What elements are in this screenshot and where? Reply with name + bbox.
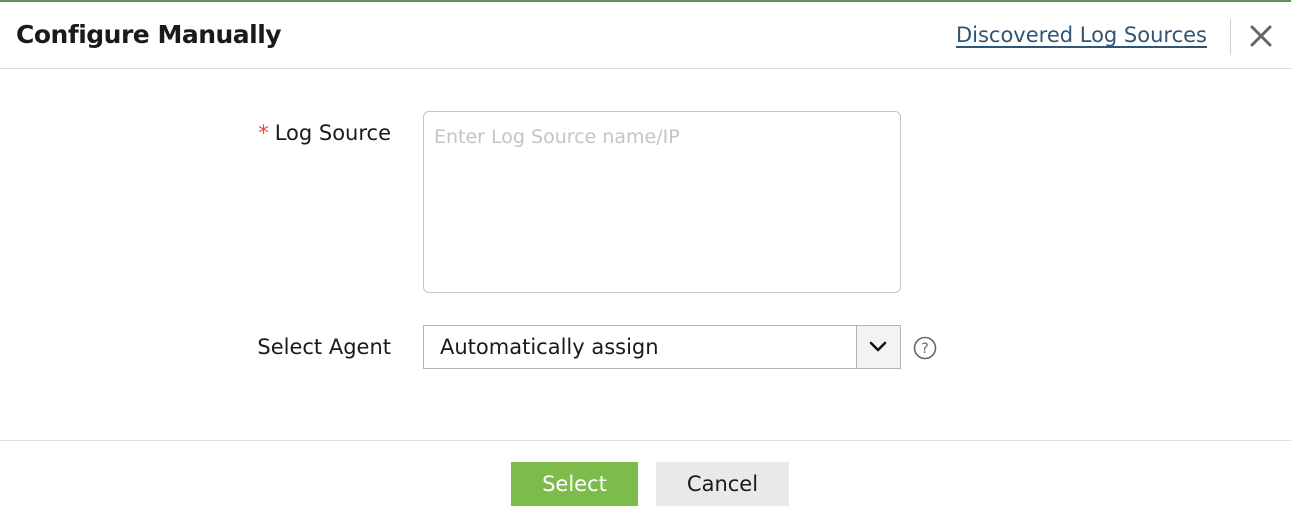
agent-select-value: Automatically assign [440, 335, 659, 359]
header-divider [1230, 19, 1231, 55]
dialog-title: Configure Manually [16, 20, 282, 49]
select-agent-label: Select Agent [257, 335, 391, 359]
agent-dropdown-toggle[interactable] [856, 326, 900, 368]
chevron-down-icon [869, 341, 887, 352]
close-icon[interactable] [1244, 19, 1278, 53]
required-marker: * [258, 121, 269, 145]
agent-select[interactable]: Automatically assign [423, 325, 901, 369]
discovered-log-sources-link[interactable]: Discovered Log Sources [956, 23, 1207, 47]
dialog-header: Configure Manually Discovered Log Source… [0, 2, 1291, 69]
select-button[interactable]: Select [511, 462, 638, 506]
footer-divider [0, 440, 1291, 441]
log-source-label: * Log Source [258, 121, 391, 145]
cancel-button[interactable]: Cancel [656, 462, 789, 506]
log-source-label-text: Log Source [274, 121, 391, 145]
help-icon[interactable]: ? [913, 336, 937, 360]
log-source-input[interactable] [423, 111, 901, 293]
svg-text:?: ? [921, 341, 928, 357]
